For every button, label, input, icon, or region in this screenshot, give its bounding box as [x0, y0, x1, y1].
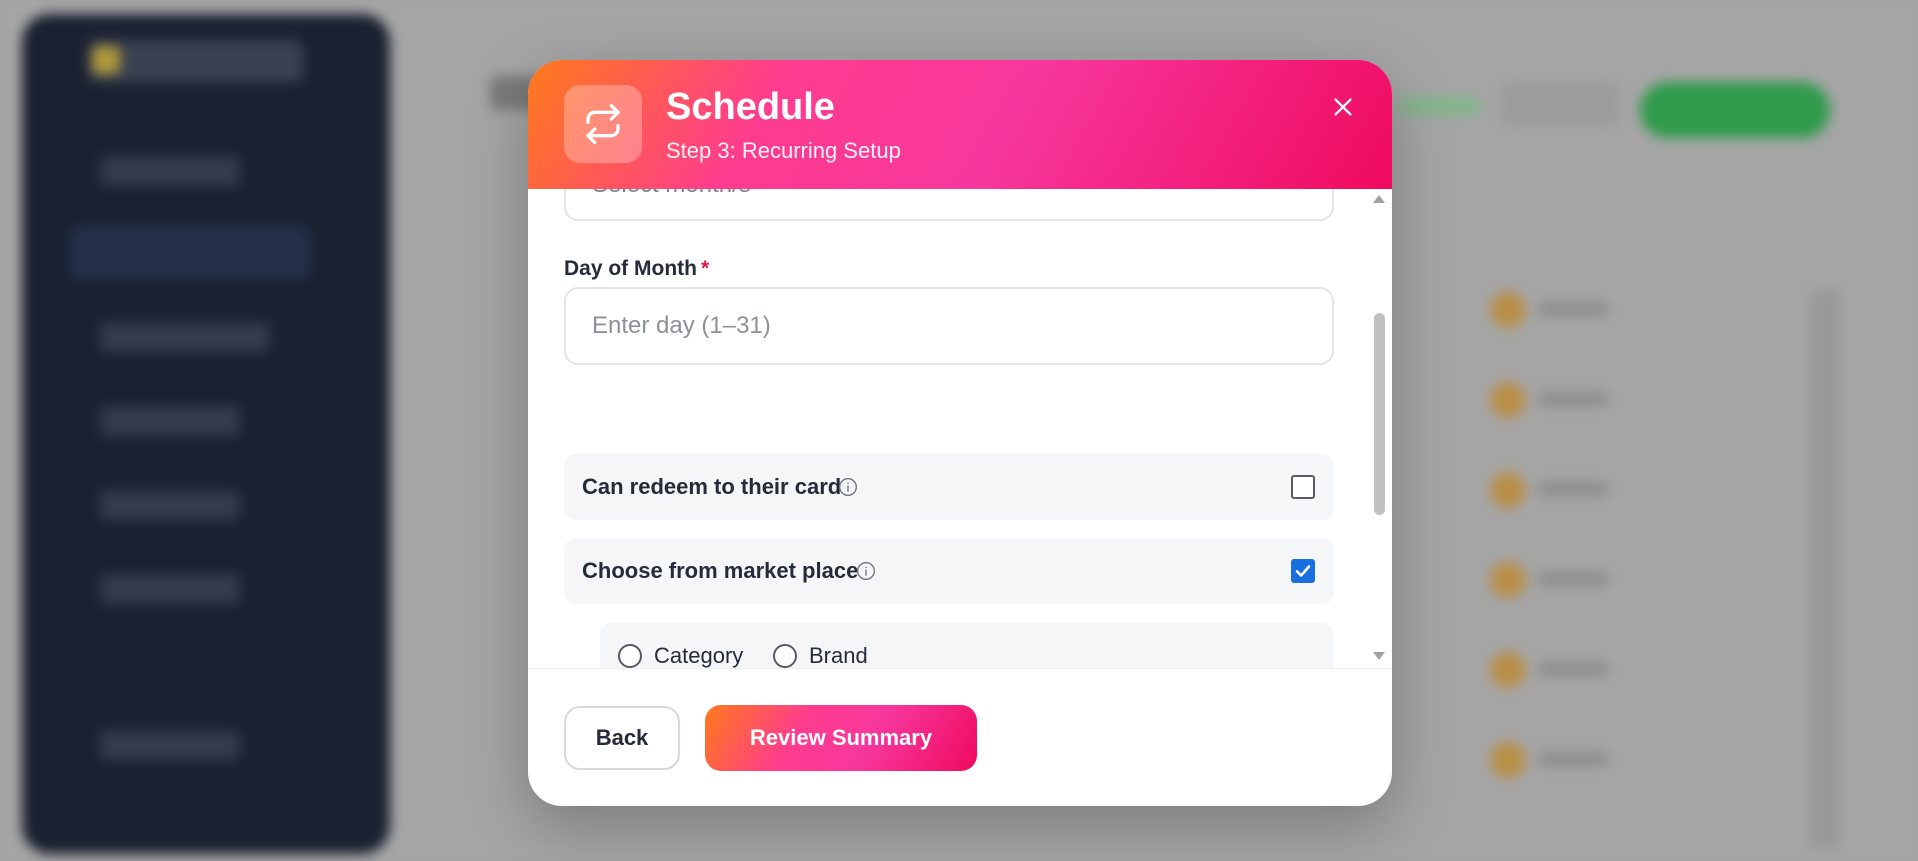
background-nav-item — [100, 730, 240, 760]
brand-radio-label[interactable]: Brand — [809, 643, 868, 668]
info-icon[interactable] — [856, 561, 876, 581]
month-select[interactable]: Select month/s — [564, 189, 1334, 221]
day-of-month-label-text: Day of Month — [564, 257, 697, 280]
background-row — [1490, 292, 1640, 330]
scroll-down-arrow-icon[interactable] — [1373, 652, 1385, 660]
option-label: Choose from market place — [582, 558, 859, 583]
day-of-month-label: Day of Month * — [564, 257, 709, 281]
info-icon[interactable] — [838, 477, 858, 497]
background-nav-item — [100, 322, 270, 352]
background-nav-item — [100, 156, 240, 186]
brand-radio[interactable] — [773, 644, 797, 668]
marketplace-choice-group: Category Brand — [600, 623, 1334, 668]
background-row — [1490, 562, 1640, 600]
scrollbar-thumb[interactable] — [1374, 313, 1385, 515]
check-icon — [1295, 565, 1311, 577]
modal-subtitle: Step 3: Recurring Setup — [666, 138, 901, 163]
option-redeem-to-card[interactable]: Can redeem to their card — [564, 454, 1334, 520]
choose-marketplace-checkbox[interactable] — [1291, 559, 1315, 583]
modal-header: Schedule Step 3: Recurring Setup — [528, 60, 1392, 189]
modal-footer: Back Review Summary — [528, 668, 1392, 806]
required-mark: * — [700, 257, 710, 280]
schedule-modal: Schedule Step 3: Recurring Setup Select … — [528, 60, 1392, 806]
background-logo — [88, 40, 303, 82]
background-row — [1490, 742, 1640, 780]
background-nav-item — [100, 490, 240, 520]
modal-title: Schedule — [666, 86, 835, 128]
option-label: Can redeem to their card — [582, 474, 842, 499]
option-choose-marketplace[interactable]: Choose from market place — [564, 538, 1334, 604]
background-row — [1490, 382, 1640, 420]
background-filter — [1500, 82, 1620, 126]
modal-body: Select month/s Day of Month* Can redeem … — [528, 189, 1392, 668]
category-radio[interactable] — [618, 644, 642, 668]
repeat-icon — [564, 85, 642, 163]
background-primary-button — [1640, 82, 1830, 138]
background-rail — [1810, 290, 1840, 850]
background-row — [1490, 472, 1640, 510]
close-button[interactable] — [1328, 92, 1358, 122]
background-nav-item — [100, 574, 240, 604]
review-summary-button[interactable]: Review Summary — [705, 705, 977, 771]
scroll-up-arrow-icon[interactable] — [1373, 195, 1385, 203]
category-radio-label[interactable]: Category — [654, 643, 743, 668]
background-nav-item-active — [70, 226, 310, 280]
background-row — [1490, 652, 1640, 690]
background-status-text — [1400, 96, 1480, 116]
redeem-to-card-checkbox[interactable] — [1291, 475, 1315, 499]
modal-scrollbar[interactable] — [1368, 189, 1390, 668]
back-button[interactable]: Back — [564, 706, 680, 770]
day-of-month-input[interactable] — [564, 287, 1334, 365]
month-select-value: Select month/s — [592, 189, 751, 199]
close-icon — [1334, 98, 1352, 116]
background-nav-item — [100, 406, 240, 436]
